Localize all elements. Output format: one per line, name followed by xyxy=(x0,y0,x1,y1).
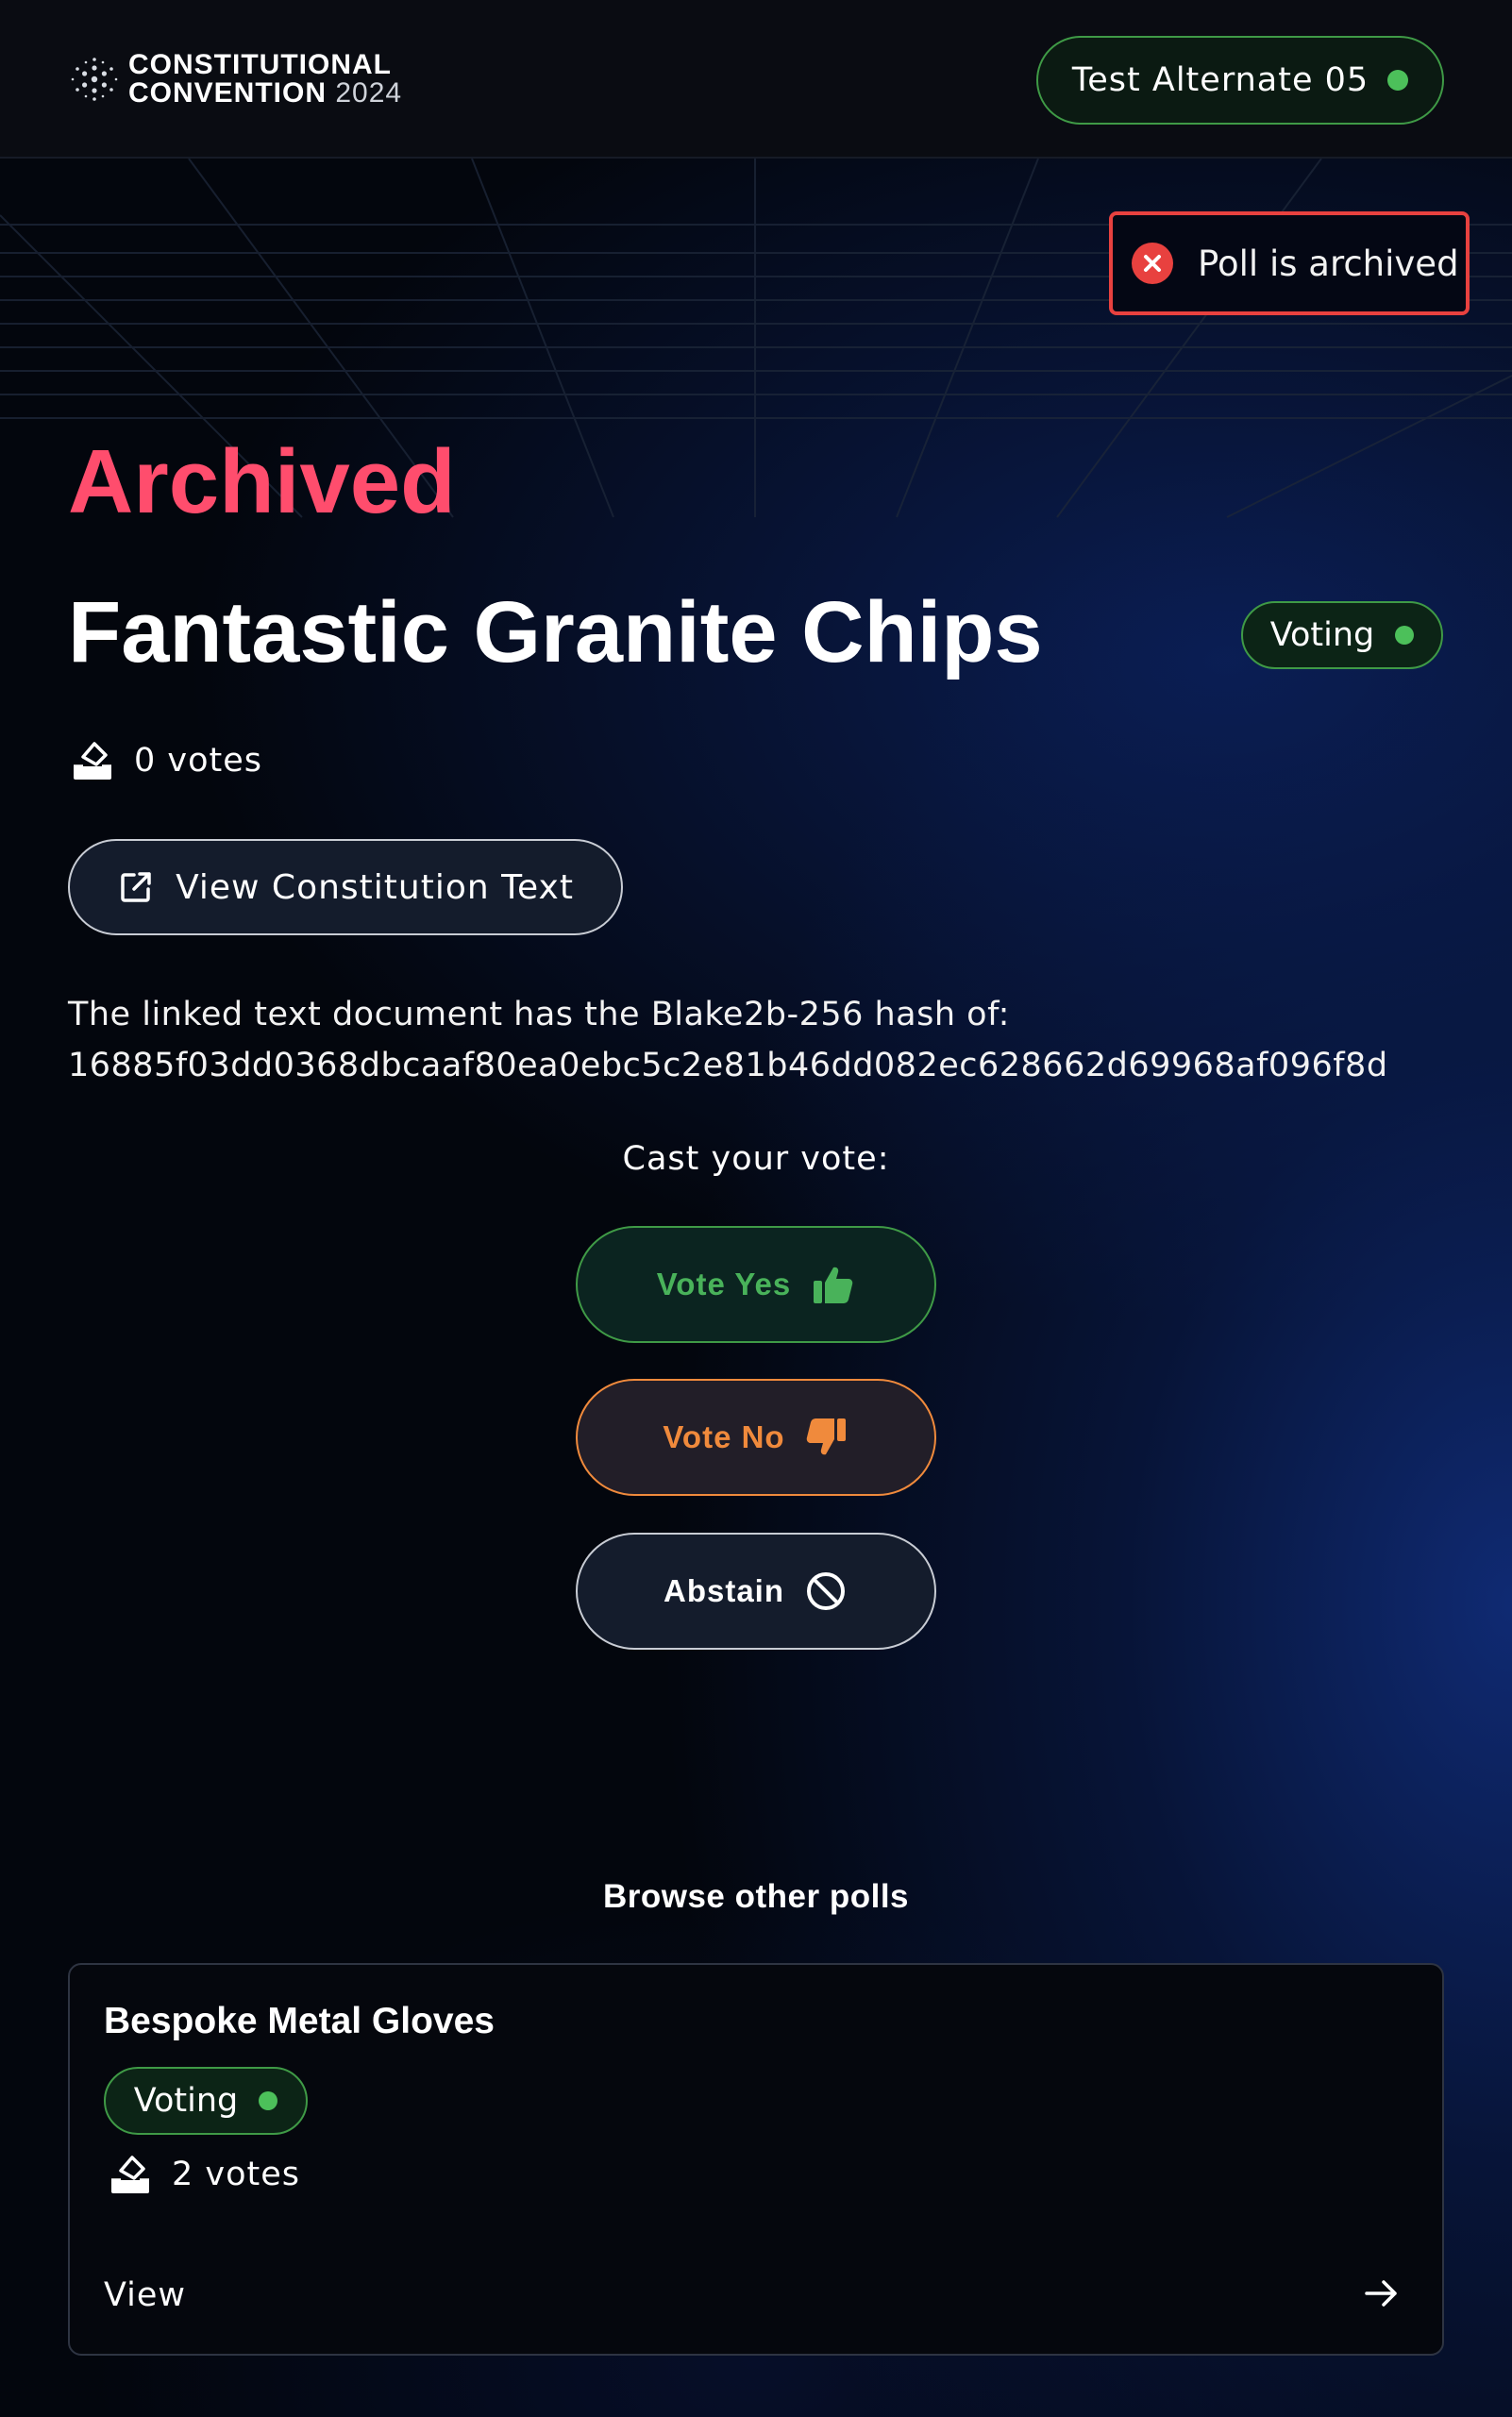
poll-card-status-badge: Voting xyxy=(104,2067,308,2135)
browse-other-polls-heading: Browse other polls xyxy=(602,1878,910,1915)
ballot-box-icon xyxy=(111,2156,149,2193)
vote-no-label: Vote No xyxy=(663,1419,785,1454)
view-constitution-text-label: View Constitution Text xyxy=(176,867,574,907)
thumbs-down-icon xyxy=(806,1418,846,1455)
toast-message: Poll is archived xyxy=(1198,243,1459,284)
abstain-label: Abstain xyxy=(663,1573,784,1608)
convention-logo[interactable]: CONSTITUTIONAL CONVENTION 2024 xyxy=(68,51,402,108)
vote-count-text: 0 votes xyxy=(134,742,263,780)
logo-wordmark: CONSTITUTIONAL CONVENTION 2024 xyxy=(128,51,402,108)
cast-vote-prompt: Cast your vote: xyxy=(622,1140,890,1178)
poll-title: Fantastic Granite Chips xyxy=(68,584,1043,680)
vote-yes-label: Vote Yes xyxy=(656,1267,792,1301)
prohibited-icon xyxy=(807,1572,845,1610)
poll-card-votes-text: 2 votes xyxy=(172,2156,301,2193)
user-name: Test Alternate 05 xyxy=(1071,61,1369,99)
connected-status-dot xyxy=(1387,70,1409,91)
external-link-icon xyxy=(121,872,151,902)
poll-status-badge: Voting xyxy=(1241,601,1443,669)
logo-year: 2024 xyxy=(335,77,403,109)
arrow-right-icon[interactable] xyxy=(1361,2273,1403,2314)
error-toast: Poll is archived xyxy=(1109,211,1470,315)
poll-status-label: Voting xyxy=(1269,616,1375,654)
vote-yes-button[interactable]: Vote Yes xyxy=(576,1226,936,1343)
poll-card-view-link[interactable]: View xyxy=(104,2276,186,2314)
status-dot xyxy=(1395,626,1415,645)
status-dot xyxy=(259,2091,278,2110)
poll-card-vote-count: 2 votes xyxy=(108,2152,300,2197)
poll-card[interactable]: Bespoke Metal Gloves Voting 2 votes View xyxy=(68,1963,1444,2356)
error-x-icon xyxy=(1132,243,1173,284)
cardano-logo-icon xyxy=(71,58,118,101)
ballot-box-icon xyxy=(74,742,111,780)
logo-line-1: CONSTITUTIONAL xyxy=(128,49,392,80)
thumbs-up-icon xyxy=(814,1267,853,1303)
poll-card-status-label: Voting xyxy=(133,2082,239,2120)
top-header: CONSTITUTIONAL CONVENTION 2024 Test Alte… xyxy=(0,0,1512,159)
vote-no-button[interactable]: Vote No xyxy=(576,1379,936,1496)
view-constitution-text-button[interactable]: View Constitution Text xyxy=(68,839,623,935)
poll-archived-label: Archived xyxy=(68,431,456,532)
user-account-button[interactable]: Test Alternate 05 xyxy=(1036,36,1444,125)
abstain-button[interactable]: Abstain xyxy=(576,1533,936,1650)
logo-line-2: CONVENTION xyxy=(128,77,328,109)
poll-card-title: Bespoke Metal Gloves xyxy=(104,2001,495,2041)
poll-vote-count: 0 votes xyxy=(70,738,262,783)
hash-intro: The linked text document has the Blake2b… xyxy=(68,996,1010,1033)
document-hash-info: The linked text document has the Blake2b… xyxy=(68,989,1388,1091)
hash-value: 16885f03dd0368dbcaaf80ea0ebc5c2e81b46dd0… xyxy=(68,1047,1388,1084)
